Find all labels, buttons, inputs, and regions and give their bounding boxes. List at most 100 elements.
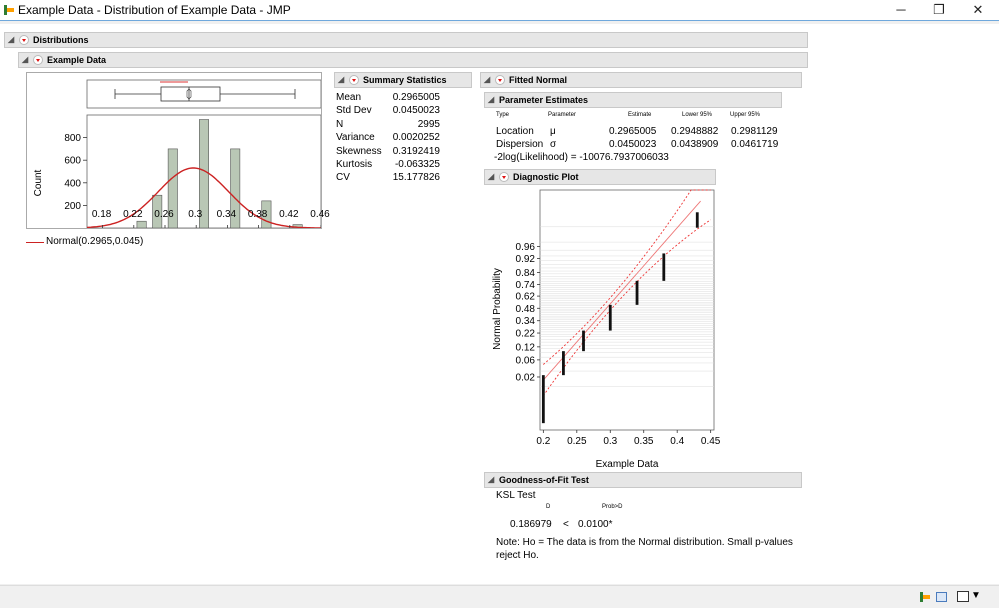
diagnostic-x-tick-label: 0.35 xyxy=(634,436,654,447)
diagnostic-y-tick-label: 0.62 xyxy=(516,292,536,303)
report-area: ◢ Distributions ◢ Example Data 800 600 400… xyxy=(0,24,999,584)
example-data-header[interactable]: ◢ Example Data xyxy=(18,52,808,68)
jmp-home-icon[interactable] xyxy=(920,592,931,602)
summary-label: N xyxy=(336,118,344,130)
distributions-label: Distributions xyxy=(33,35,89,45)
summary-label: Kurtosis xyxy=(336,159,373,170)
diagnostic-plot-header[interactable]: ◢ Diagnostic Plot xyxy=(484,169,716,185)
fitted-normal-label: Fitted Normal xyxy=(509,75,568,85)
diagnostic-y-tick-label: 0.74 xyxy=(516,280,536,291)
data-point-cluster[interactable] xyxy=(582,330,585,352)
example-data-label: Example Data xyxy=(47,55,107,65)
diagnostic-x-tick-label: 0.2 xyxy=(536,436,550,447)
summary-label: Std Dev xyxy=(336,105,372,117)
diagnostic-y-tick-label: 0.06 xyxy=(516,355,536,366)
summary-row: CV 15.177826 xyxy=(336,172,440,185)
diagnostic-y-axis-label: Normal Probability xyxy=(492,268,503,350)
histogram-x-tick-label: 0.3 xyxy=(188,209,203,220)
col-header-prob: Prob>D xyxy=(602,504,623,510)
col-header-d: D xyxy=(546,504,551,510)
histogram-x-tick-label: 0.22 xyxy=(123,209,143,220)
red-triangle-menu-icon[interactable] xyxy=(19,35,29,45)
diagnostic-y-tick-label: 0.92 xyxy=(516,254,536,265)
summary-label: Skewness xyxy=(336,145,382,157)
row-upper: 0.2981129 xyxy=(731,126,778,137)
collapse-triangle-icon[interactable]: ◢ xyxy=(488,95,497,104)
data-point-cluster[interactable] xyxy=(635,280,639,305)
row-lower: 0.0438909 xyxy=(671,139,719,150)
d-value: 0.186979 xyxy=(510,519,552,530)
col-header-lower: Lower 95% xyxy=(682,112,713,118)
summary-row: Mean 0.2965005 xyxy=(336,92,440,105)
close-button[interactable]: ✕ xyxy=(955,0,999,20)
summary-row: Std Dev 0.0450023 xyxy=(336,105,440,118)
diagnostic-y-tick-label: 0.02 xyxy=(516,372,536,383)
note-line-2: reject Ho. xyxy=(496,550,539,561)
goodness-of-fit-header[interactable]: ◢ Goodness-of-Fit Test xyxy=(484,472,802,488)
diagnostic-y-tick-label: 0.34 xyxy=(516,316,536,327)
summary-value: 0.0450023 xyxy=(392,105,440,117)
histogram-y-tick-label: 600 xyxy=(64,156,81,167)
collapse-triangle-icon[interactable]: ◢ xyxy=(484,75,493,84)
row-upper: 0.0461719 xyxy=(731,139,779,150)
collapse-triangle-icon[interactable]: ◢ xyxy=(338,75,347,84)
summary-row: Kurtosis -0.063325 xyxy=(336,159,440,172)
layout-dropdown-icon[interactable]: ▼ xyxy=(971,590,981,601)
data-point-cluster[interactable] xyxy=(562,351,565,376)
summary-statistics-header[interactable]: ◢ Summary Statistics xyxy=(334,72,472,88)
histogram-chart: 800600400200 Count xyxy=(33,79,321,228)
summary-value: 0.2965005 xyxy=(392,92,440,103)
diagnostic-x-tick-label: 0.4 xyxy=(670,436,684,447)
summary-row: N 2995 xyxy=(336,119,440,132)
comparison-operator: < xyxy=(563,519,569,530)
data-point-cluster[interactable] xyxy=(695,212,699,228)
collapse-triangle-icon[interactable]: ◢ xyxy=(22,55,31,64)
box-plot-box xyxy=(160,86,221,102)
red-triangle-menu-icon[interactable] xyxy=(33,55,43,65)
diagnostic-y-tick-label: 0.48 xyxy=(516,304,536,315)
diagnostic-y-tick-label: 0.96 xyxy=(516,242,536,253)
row-lower: 0.2948882 xyxy=(671,126,719,137)
distributions-header[interactable]: ◢ Distributions xyxy=(4,32,808,48)
window-list-icon[interactable] xyxy=(936,592,947,602)
diagnostic-x-tick-label: 0.25 xyxy=(567,436,587,447)
summary-row: Variance 0.0020252 xyxy=(336,132,440,145)
fitted-normal-header[interactable]: ◢ Fitted Normal xyxy=(480,72,802,88)
diagnostic-x-tick-label: 0.3 xyxy=(603,436,617,447)
summary-row: Skewness 0.3192419 xyxy=(336,146,440,159)
diagnostic-plot-label: Diagnostic Plot xyxy=(513,172,579,182)
histogram-x-tick-label: 0.34 xyxy=(216,209,237,220)
collapse-triangle-icon[interactable]: ◢ xyxy=(8,35,17,44)
diagnostic-x-tick-label: 0.45 xyxy=(701,436,721,447)
layout-icon[interactable] xyxy=(957,591,969,602)
test-name: KSL Test xyxy=(496,490,536,501)
summary-label: Mean xyxy=(336,92,362,103)
red-triangle-menu-icon[interactable] xyxy=(495,75,505,85)
collapse-triangle-icon[interactable]: ◢ xyxy=(488,475,497,484)
goodness-of-fit-label: Goodness-of-Fit Test xyxy=(499,475,589,485)
likelihood-text: -2log(Likelihood) = -10076.7937006033 xyxy=(494,152,669,163)
title-bar: Example Data - Distribution of Example D… xyxy=(0,0,999,21)
summary-label: CV xyxy=(336,172,350,184)
histogram-x-tick-label: 0.26 xyxy=(154,209,174,220)
histogram-y-axis-label: Count xyxy=(33,169,44,196)
data-point-cluster[interactable] xyxy=(608,304,612,331)
summary-value: 0.3192419 xyxy=(392,145,440,157)
histogram-x-tick-label: 0.18 xyxy=(91,209,112,220)
summary-value: 15.177826 xyxy=(392,172,440,184)
diagnostic-y-tick-label: 0.22 xyxy=(516,329,536,340)
red-triangle-menu-icon[interactable] xyxy=(349,75,359,85)
col-header-upper: Upper 95% xyxy=(730,112,761,118)
histogram-x-axis: 0.18 0.22 0.26 0.3 0.34 0.38 0.42 0.46 xyxy=(26,209,330,223)
summary-value: 2995 xyxy=(417,118,440,130)
collapse-triangle-icon[interactable]: ◢ xyxy=(488,172,497,181)
summary-label: Variance xyxy=(336,132,375,144)
red-triangle-menu-icon[interactable] xyxy=(499,172,509,182)
parameter-estimates-header[interactable]: ◢ Parameter Estimates xyxy=(484,92,782,108)
data-point-cluster[interactable] xyxy=(662,253,666,281)
row-type: Location xyxy=(496,126,534,137)
p-value: 0.0100* xyxy=(578,519,613,530)
data-point-cluster[interactable] xyxy=(541,375,545,424)
histogram-x-tick-label: 0.46 xyxy=(310,209,330,220)
histogram-x-tick-label: 0.38 xyxy=(247,209,268,220)
